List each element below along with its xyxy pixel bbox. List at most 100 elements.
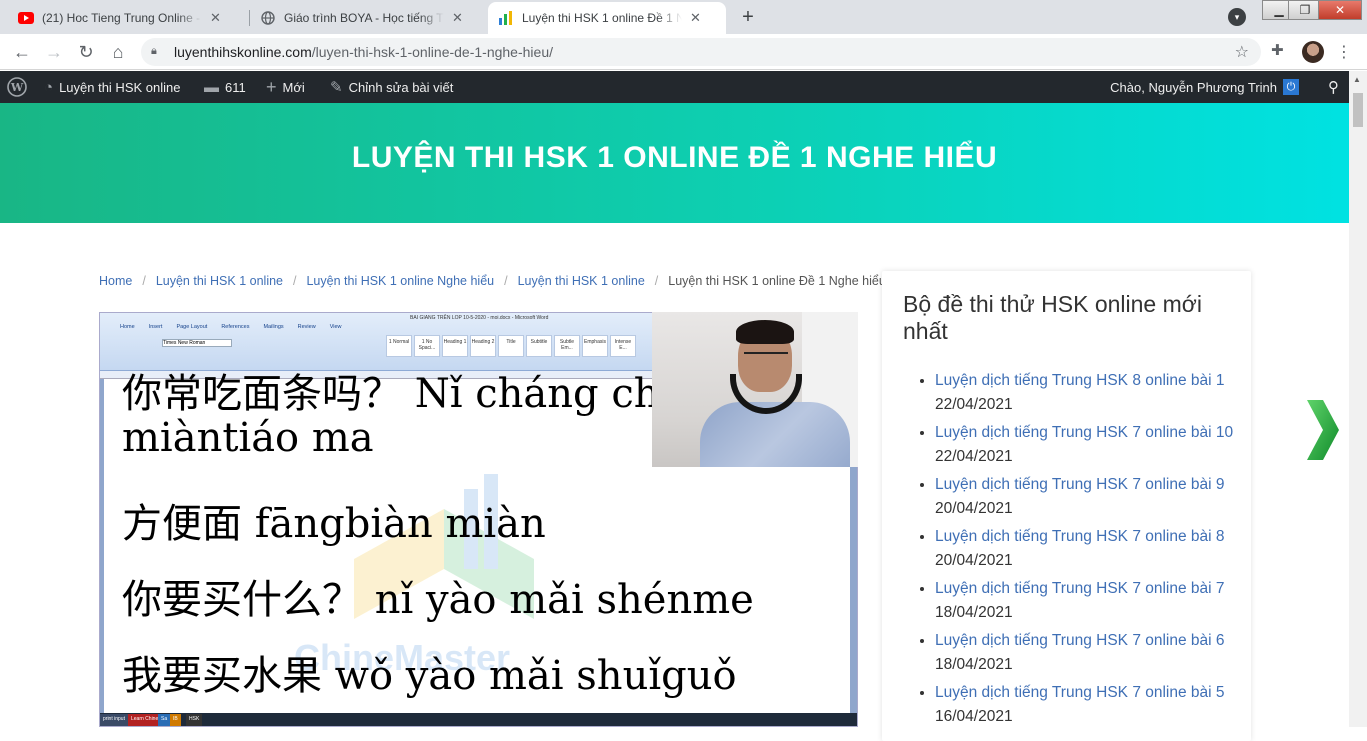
instructor-glasses (744, 352, 788, 362)
post-link[interactable]: Luyện dịch tiếng Trung HSK 7 online bài … (935, 424, 1233, 441)
url-host: luyenthihskonline.com (174, 44, 312, 60)
style-box: Subtitle (526, 335, 552, 357)
style-box: Intense E... (610, 335, 636, 357)
ribbon-tab: Page Layout (176, 324, 208, 330)
breadcrumb-separator: / (142, 273, 146, 288)
url-text: luyenthihskonline.com/luyen-thi-hsk-1-on… (174, 44, 553, 60)
youtube-icon (18, 10, 34, 26)
page-scrollbar[interactable]: ▲ (1349, 71, 1367, 727)
style-box: Subtle Em... (554, 335, 580, 357)
comment-icon: ▬ (204, 78, 219, 96)
globe-icon (260, 10, 276, 26)
ribbon-tab: View (329, 324, 342, 330)
bookmark-star-icon[interactable]: ☆ (1235, 42, 1249, 62)
breadcrumb-hsk1[interactable]: Luyện thi HSK 1 online (156, 274, 283, 288)
post-date: 16/04/2021 (935, 708, 1013, 725)
webcam-overlay (652, 312, 858, 467)
admin-comment-count: 611 (225, 79, 246, 95)
forward-button[interactable]: → (42, 40, 66, 64)
dashboard-icon: ◔ (44, 78, 54, 96)
ribbon-font-box: Times New Roman (162, 339, 232, 347)
list-item: Luyện dịch tiếng Trung HSK 7 online bài … (935, 421, 1240, 469)
maximize-button[interactable]: ❐ (1288, 0, 1322, 20)
style-box: Heading 1 (442, 335, 468, 357)
browser-tab-active[interactable]: Luyện thi HSK 1 online Đề 1 Nghe ✕ (488, 2, 726, 34)
close-tab-icon[interactable]: ✕ (452, 10, 463, 26)
post-link[interactable]: Luyện dịch tiếng Trung HSK 7 online bài … (935, 632, 1225, 649)
scroll-up-icon[interactable]: ▲ (1353, 75, 1361, 84)
home-button[interactable]: ⌂ (106, 40, 130, 64)
new-tab-button[interactable]: + (734, 6, 762, 30)
style-box: Emphasis (582, 335, 608, 357)
ribbon-tab: Insert (148, 324, 163, 330)
list-item: Luyện dịch tiếng Trung HSK 8 online bài … (935, 369, 1240, 417)
tab-title: Giáo trình BOYA - Học tiếng Trun (284, 11, 444, 25)
breadcrumb: Home / Luyện thi HSK 1 online / Luyện th… (99, 273, 924, 288)
instructor-hair (736, 320, 794, 344)
windows-taskbar: print input Learn Chinese Sa IB HSK (100, 713, 857, 726)
scrollbar-thumb[interactable] (1353, 93, 1363, 127)
admin-greeting: Chào, Nguyễn Phương Trinh (1110, 79, 1277, 95)
svg-text:W: W (10, 81, 24, 94)
next-post-arrow-icon[interactable] (1303, 398, 1341, 462)
ribbon-tab: Home (120, 324, 135, 330)
doc-line: miàntiáo ma (122, 415, 374, 461)
taskbar-button: Sa (158, 714, 171, 726)
post-date: 18/04/2021 (935, 656, 1013, 673)
post-link[interactable]: Luyện dịch tiếng Trung HSK 7 online bài … (935, 684, 1225, 701)
doc-line: 方便面 fāngbiàn miàn (122, 501, 546, 547)
back-button[interactable]: ← (10, 40, 34, 64)
lock-icon[interactable]: 🔒︎ (151, 45, 157, 58)
address-bar[interactable]: 🔒︎ luyenthihskonline.com/luyen-thi-hsk-1… (141, 38, 1261, 66)
close-tab-icon[interactable]: ✕ (690, 10, 701, 26)
style-box: Title (498, 335, 524, 357)
breadcrumb-home[interactable]: Home (99, 274, 132, 288)
ribbon-tab: References (221, 324, 250, 330)
list-item: Luyện dịch tiếng Trung HSK 7 online bài … (935, 577, 1240, 625)
tab-title: Luyện thi HSK 1 online Đề 1 Nghe (522, 11, 682, 25)
post-date: 20/04/2021 (935, 552, 1013, 569)
close-tab-icon[interactable]: ✕ (210, 10, 221, 26)
style-box: Heading 2 (470, 335, 496, 357)
post-date: 22/04/2021 (935, 396, 1013, 413)
browser-tab-boya[interactable]: Giáo trình BOYA - Học tiếng Trun ✕ (250, 2, 486, 34)
admin-account-link[interactable]: Chào, Nguyễn Phương Trinh ⏻ (1110, 71, 1299, 103)
word-doc-title: BAI GIANG TRÊN LOP 10-5-2020 - moi.docx … (410, 315, 549, 321)
reload-button[interactable]: ↻ (74, 40, 98, 64)
pencil-icon: ✎ (330, 79, 343, 96)
list-item: Luyện dịch tiếng Trung HSK 7 online bài … (935, 629, 1240, 677)
taskbar-button: HSK (186, 714, 203, 726)
tab-search-icon[interactable]: ▾ (1228, 8, 1246, 26)
url-path: /luyen-thi-hsk-1-online-de-1-nghe-hieu/ (311, 44, 553, 60)
breadcrumb-separator: / (504, 273, 508, 288)
admin-new-link[interactable]: + Mới (266, 71, 305, 103)
post-date: 20/04/2021 (935, 500, 1013, 517)
extensions-icon[interactable]: ✚ (1271, 41, 1284, 59)
admin-site-link[interactable]: ◔ Luyện thi HSK online (44, 71, 180, 103)
post-link[interactable]: Luyện dịch tiếng Trung HSK 7 online bài … (935, 580, 1225, 597)
browser-tab-youtube[interactable]: (21) Hoc Tieng Trung Online - Yo ✕ (8, 2, 248, 34)
admin-new-label: Mới (282, 79, 305, 95)
user-avatar-icon: ⏻ (1283, 79, 1299, 95)
style-box: 1 Normal (386, 335, 412, 357)
list-item: Luyện dịch tiếng Trung HSK 7 online bài … (935, 681, 1240, 729)
breadcrumb-hsk1-2[interactable]: Luyện thi HSK 1 online (518, 274, 645, 288)
post-link[interactable]: Luyện dịch tiếng Trung HSK 8 online bài … (935, 372, 1225, 389)
breadcrumb-current: Luyện thi HSK 1 online Đề 1 Nghe hiểu (668, 273, 886, 288)
admin-comments-link[interactable]: ▬ 611 (204, 71, 246, 103)
close-window-button[interactable]: ✕ (1318, 0, 1362, 20)
admin-edit-link[interactable]: ✎ Chỉnh sửa bài viết (330, 71, 453, 103)
post-link[interactable]: Luyện dịch tiếng Trung HSK 7 online bài … (935, 476, 1225, 493)
doc-line: 你要买什么？ nǐ yào mǎi shénme (122, 577, 754, 623)
breadcrumb-hsk1-listening[interactable]: Luyện thi HSK 1 online Nghe hiểu (306, 274, 494, 288)
search-icon[interactable]: ⚲ (1328, 78, 1339, 96)
doc-line: 我要买水果 wǒ yào mǎi shuǐguǒ (122, 653, 737, 699)
wp-admin-bar: W ◔ Luyện thi HSK online ▬ 611 + Mới ✎ C… (0, 71, 1349, 103)
wordpress-icon[interactable]: W (7, 71, 27, 103)
post-link[interactable]: Luyện dịch tiếng Trung HSK 7 online bài … (935, 528, 1225, 545)
ribbon-tab: Mailings (263, 324, 284, 330)
profile-avatar[interactable] (1302, 41, 1324, 63)
browser-menu-icon[interactable]: ⋮ (1336, 42, 1352, 62)
ribbon-tab: Review (297, 324, 316, 330)
taskbar-button: print input (100, 714, 128, 726)
